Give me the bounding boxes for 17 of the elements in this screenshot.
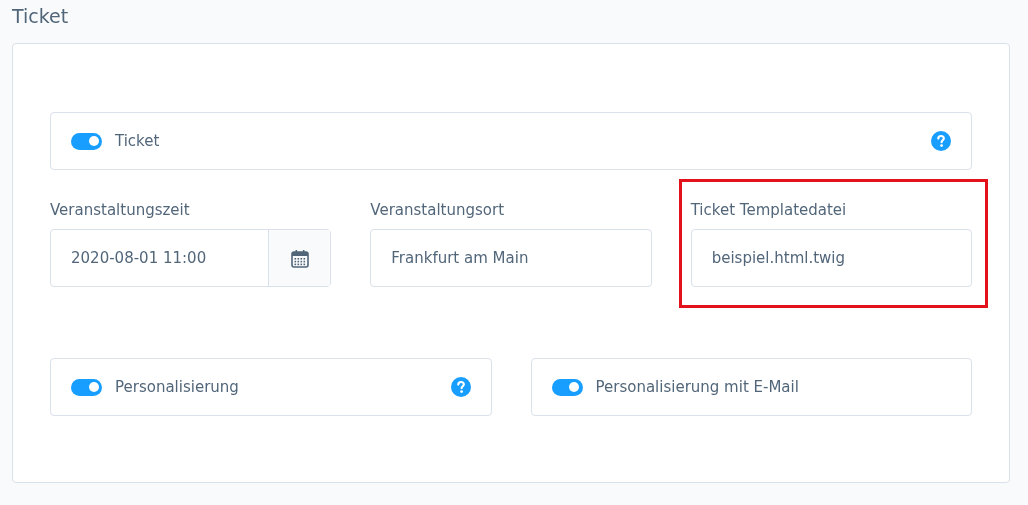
- field-label: Ticket Templatedatei: [690, 200, 848, 220]
- field-label: Veranstaltungsort: [370, 200, 506, 220]
- field-label: Veranstaltungszeit: [50, 200, 191, 220]
- toggle-switch[interactable]: [71, 378, 102, 396]
- text-field[interactable]: Frankfurt am Main: [370, 229, 652, 287]
- toggle-label: Ticket: [115, 132, 161, 150]
- toggle-label: Personalisierung: [115, 378, 240, 396]
- help-icon[interactable]: [450, 377, 471, 397]
- toggle-switch[interactable]: [71, 132, 102, 150]
- section-title: Ticket: [12, 4, 70, 29]
- date-field[interactable]: 2020-08-01 11:00: [50, 229, 332, 287]
- toggle-switch[interactable]: [551, 378, 583, 396]
- text-field[interactable]: beispiel.html.twig: [690, 229, 972, 287]
- help-icon[interactable]: [931, 131, 951, 151]
- calendar-icon: [290, 248, 309, 268]
- calendar-button[interactable]: [268, 230, 331, 286]
- toggle-label: Personalisierung mit E-Mail: [595, 378, 800, 396]
